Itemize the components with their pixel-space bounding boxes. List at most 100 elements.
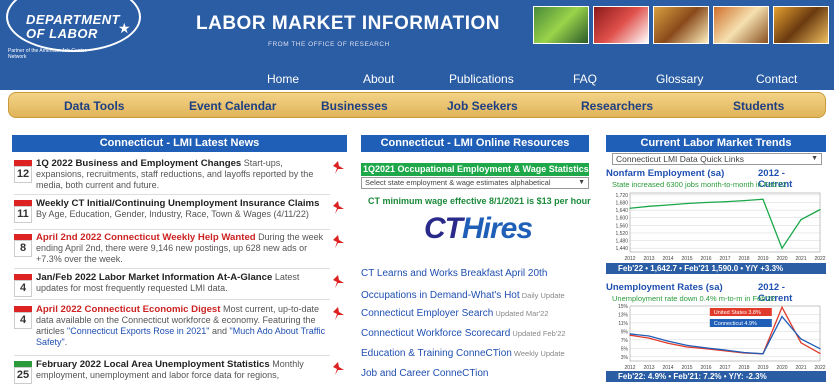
nonfarm-subtitle: State increased 6300 jobs month-to-month… [612,180,787,189]
data-point [667,340,669,342]
oews-select[interactable]: Select state employment & wage estimates… [361,177,589,189]
header-photo-3 [653,6,709,44]
data-point [781,315,783,318]
logo-department: DEPARTMENT [26,12,121,27]
pdf-icon[interactable] [332,160,345,176]
x-tick-label: 2013 [643,256,654,262]
calendar-icon: 4 [14,306,32,330]
y-tick-label: 1,600 [615,216,628,222]
data-point [800,219,802,221]
quick-links-select[interactable]: Connecticut LMI Data Quick Links ▼ [612,153,822,165]
secondary-nav: Data Tools Event Calendar Businesses Job… [8,92,826,118]
resource-link[interactable]: CT Learns and Works Breakfast April 20th [361,268,547,279]
pdf-icon[interactable] [332,234,345,250]
x-tick-label: 2014 [662,256,673,262]
news-title[interactable]: Jan/Feb 2022 Labor Market Information At… [36,272,272,283]
y-tick-label: 1,440 [615,246,628,252]
news-title[interactable]: Weekly CT Initial/Continuing Unemploymen… [36,198,319,209]
news-desc: By Age, Education, Gender, Industry, Rac… [36,209,309,219]
site-header: DEPARTMENT OF LABOR ★ Partner of the Ame… [0,0,834,68]
nav-businesses[interactable]: Businesses [321,99,388,113]
resource-link[interactable]: Connecticut Workforce Scorecard Updated … [361,328,566,339]
news-title[interactable]: April 2022 Connecticut Economic Digest [36,304,220,315]
legend-label: United States 3.8% [714,310,761,316]
nav-about[interactable]: About [363,72,394,86]
news-item[interactable]: 12 1Q 2022 Business and Employment Chang… [14,158,344,192]
nav-data-tools[interactable]: Data Tools [64,99,124,113]
x-tick-label: 2020 [776,256,787,262]
divider [14,229,330,230]
nav-students[interactable]: Students [733,99,784,113]
data-point [724,349,726,351]
calendar-icon: 25 [14,361,32,385]
x-tick-label: 2015 [681,256,692,262]
x-tick-label: 2012 [624,256,635,262]
nav-researchers[interactable]: Researchers [581,99,653,113]
pdf-icon[interactable] [332,306,345,322]
divider [14,355,330,356]
unemp-subtitle: Unemployment rate down 0.4% m-to-m in Fe… [612,294,776,303]
y-tick-label: 1,480 [615,239,628,245]
resources-header: Connecticut - LMI Online Resources [361,135,589,152]
divider [14,299,330,300]
y-tick-label: 1,520 [615,231,628,237]
pdf-icon[interactable] [332,274,345,290]
page-subtitle: FROM THE OFFICE OF RESEARCH [268,41,390,48]
data-point [667,342,669,344]
legend-label: Connecticut 4.9% [714,321,757,327]
divider [14,194,330,195]
data-point [705,347,707,349]
data-point [686,346,688,348]
news-item[interactable]: 8 April 2nd 2022 Connecticut Weekly Help… [14,232,344,266]
news-item[interactable]: 4 April 2022 Connecticut Economic Digest… [14,304,344,354]
page-title: LABOR MARKET INFORMATION [196,13,501,34]
nav-contact[interactable]: Contact [756,72,797,86]
cthires-logo[interactable]: CTHires [424,212,533,246]
x-tick-label: 2022 [814,256,825,262]
news-item[interactable]: 4 Jan/Feb 2022 Labor Market Information … [14,272,344,298]
y-tick-label: 5% [621,346,629,352]
news-title[interactable]: April 2nd 2022 Connecticut Weekly Help W… [36,232,256,243]
nonfarm-chart: 1,4401,480 1,520 1,5601,600 1,6401,680 1,720… [615,192,826,262]
nav-faq[interactable]: FAQ [573,72,597,86]
unemp-stat: Feb'22: 4.9% • Feb'21: 7.2% • Y/Y: -2.3% [606,371,826,382]
nav-job-seekers[interactable]: Job Seekers [447,99,518,113]
nav-publications[interactable]: Publications [449,72,514,86]
resource-link[interactable]: Occupations in Demand-What's Hot Daily U… [361,290,565,301]
data-point [705,201,707,204]
calendar-icon: 12 [14,160,32,184]
data-point [762,353,764,355]
nonfarm-title: Nonfarm Employment (sa) 2012 - Current [606,168,793,190]
data-point [629,333,631,335]
article-link-exports[interactable]: "Connecticut Exports Rose in 2021" [67,326,209,336]
news-title[interactable]: February 2022 Local Area Unemployment St… [36,359,270,370]
news-item[interactable]: 25 February 2022 Local Area Unemployment… [14,359,344,385]
legend-item: United States 3.8% [709,308,772,316]
news-title[interactable]: 1Q 2022 Business and Employment Changes [36,158,241,169]
header-photo-5 [773,6,829,44]
chevron-down-icon: ▼ [811,155,818,162]
y-tick-label: 1,680 [615,201,628,207]
pdf-icon[interactable] [332,200,345,216]
nav-home[interactable]: Home [267,72,299,86]
calendar-icon: 8 [14,234,32,258]
pdf-icon[interactable] [332,361,345,377]
calendar-icon: 11 [14,200,32,224]
data-point [686,344,688,346]
news-header: Connecticut - LMI Latest News [12,135,347,152]
data-point [819,348,821,350]
resource-link[interactable]: Education & Training ConneCTion Weekly U… [361,348,565,359]
y-tick-label: 13% [618,312,629,318]
y-tick-label: 1,640 [615,208,628,214]
y-tick-label: 3% [621,355,629,361]
resource-link[interactable]: Job and Career ConneCTion [361,368,488,379]
legend-item: Connecticut 4.9% [709,319,772,327]
ct-dol-logo[interactable]: DEPARTMENT OF LABOR ★ Partner of the Ame… [6,0,156,62]
nav-event-calendar[interactable]: Event Calendar [189,99,276,113]
oews-title[interactable]: 1Q2021 Occupational Employment & Wage St… [361,163,589,176]
resource-link[interactable]: Connecticut Employer Search Updated Mar'… [361,308,549,319]
trends-header: Current Labor Market Trends [606,135,826,152]
nav-glossary[interactable]: Glossary [656,72,703,86]
news-item[interactable]: 11 Weekly CT Initial/Continuing Unemploy… [14,198,344,228]
data-point [819,352,821,354]
